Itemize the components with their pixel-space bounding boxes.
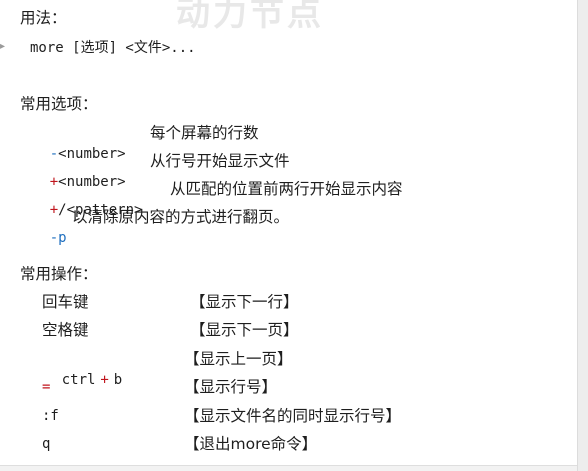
operation-desc: 【显示上一页】 (184, 350, 293, 368)
option-desc: 从行号开始显示文件 (150, 152, 290, 170)
operation-key: ctrl + b (42, 349, 122, 410)
document-page: 动力节点 ▸ 用法： more [选项] <文件>... 常用选项： -<num… (0, 0, 578, 466)
operation-desc: 【显示文件名的同时显示行号】 (184, 407, 402, 425)
operation-key: 回车键 (42, 293, 89, 311)
operation-key: :f (42, 408, 59, 424)
operation-key: = (42, 379, 51, 395)
operation-key: 空格键 (42, 321, 89, 339)
option-flag: p (58, 230, 67, 246)
option-item: -p (30, 207, 67, 268)
usage-heading: 用法： (20, 9, 67, 27)
operation-desc: 【退出more命令】 (184, 435, 318, 453)
options-heading: 常用选项： (20, 95, 98, 113)
operation-desc: 【显示行号】 (184, 378, 278, 396)
operation-key-part: ctrl (61, 372, 96, 388)
operation-key-operator: + (100, 372, 109, 388)
operation-desc: 【显示下一行】 (190, 293, 299, 311)
operations-heading: 常用操作： (20, 265, 98, 283)
window-right-edge (577, 0, 588, 471)
watermark: 动力节点 (176, 0, 348, 35)
operation-desc: 【显示下一页】 (190, 321, 299, 339)
option-flag-sign: - (49, 230, 59, 246)
caret-right-icon: ▸ (0, 41, 6, 52)
watermark-text: 动力节点 (176, 0, 324, 34)
operation-key: q (42, 436, 51, 452)
option-desc: 从匹配的位置前两行开始显示内容 (170, 180, 403, 198)
option-desc: 以清除原内容的方式进行翻页。 (72, 208, 290, 226)
usage-syntax: more [选项] <文件>... (30, 40, 196, 56)
option-desc: 每个屏幕的行数 (150, 124, 259, 142)
operation-key-part: b (113, 372, 123, 388)
